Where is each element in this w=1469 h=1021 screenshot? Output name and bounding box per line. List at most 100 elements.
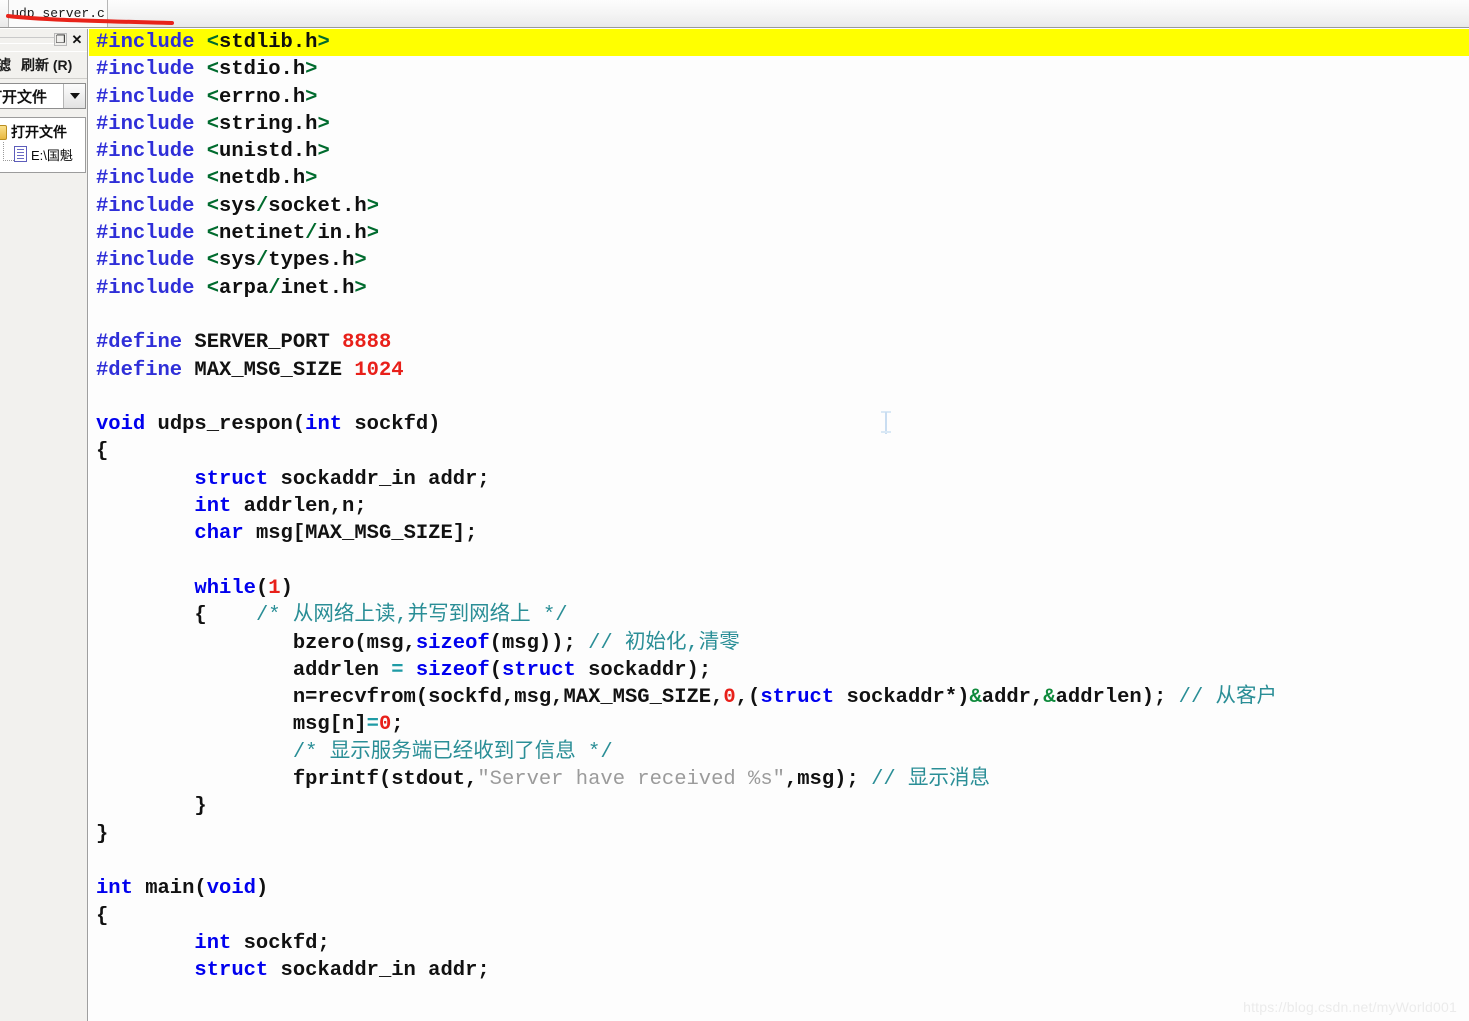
code-token: > — [305, 58, 318, 82]
code-line: #include <sys/types.h> — [89, 247, 1469, 274]
code-token: { — [96, 604, 256, 628]
code-token: = — [366, 713, 379, 737]
code-token: / — [268, 276, 281, 300]
code-token: void — [206, 877, 256, 901]
source-code[interactable]: #include <stdlib.h> #include <stdio.h> #in… — [89, 29, 1469, 984]
code-token: sockfd; — [231, 931, 330, 955]
code-line: struct sockaddr_in addr; — [89, 957, 1469, 984]
code-token: ,( — [735, 686, 761, 710]
code-token: netinet — [219, 222, 306, 246]
code-line: } — [89, 793, 1469, 820]
code-editor-pane[interactable]: #include <stdlib.h> #include <stdio.h> #in… — [89, 29, 1469, 1021]
combobox-value: 打开文件 — [0, 88, 48, 106]
code-line: #include <errno.h> — [89, 84, 1469, 111]
tree-item-file-path[interactable]: E:\国魁 — [0, 142, 85, 165]
code-token: / — [255, 194, 269, 218]
code-token: unistd.h — [219, 140, 318, 164]
code-line: { /* 从网络上读,并写到网络上 */ — [89, 602, 1469, 629]
code-token: > — [354, 249, 367, 273]
code-line: msg[n]=0; — [89, 711, 1469, 738]
code-token: > — [366, 222, 380, 246]
code-token: ,msg); — [784, 768, 872, 792]
code-token: main( — [132, 877, 207, 901]
code-token: fprintf(stdout, — [96, 768, 478, 792]
code-line: #define MAX_MSG_SIZE 1024 — [89, 357, 1469, 384]
code-token: & — [1043, 686, 1056, 710]
code-line: #include <netdb.h> — [89, 165, 1469, 192]
code-line: n=recvfrom(sockfd,msg,MAX_MSG_SIZE,0,(st… — [89, 684, 1469, 711]
close-icon[interactable]: ✕ — [70, 32, 84, 47]
code-line: void udps_respon(int sockfd) — [89, 411, 1469, 438]
code-line: #include <string.h> — [89, 111, 1469, 138]
chevron-down-icon[interactable] — [63, 84, 85, 108]
code-token: sys — [219, 249, 256, 273]
code-token: MAX_MSG_SIZE — [182, 358, 355, 382]
code-token: #include — [96, 58, 195, 82]
code-token: #include — [96, 85, 195, 109]
code-token: . — [292, 31, 306, 54]
code-token: ) — [255, 877, 269, 901]
code-token: h — [305, 31, 318, 54]
code-token: < — [206, 112, 220, 136]
code-token: #include — [96, 194, 195, 218]
sidebar-titlebar: ❐ ✕ — [0, 31, 86, 48]
code-token: types.h — [268, 249, 355, 273]
sidebar-drag-grip[interactable] — [0, 37, 54, 44]
code-token: "Server have received %s" — [477, 768, 785, 792]
minimize-icon[interactable]: ❐ — [54, 33, 67, 46]
code-token: > — [366, 194, 379, 218]
code-token: < — [206, 140, 220, 164]
code-token: string.h — [219, 112, 318, 136]
code-line: #include <arpa/inet.h> — [89, 275, 1469, 302]
code-token: struct — [194, 467, 269, 491]
code-token: msg[n] — [96, 713, 367, 737]
code-line: #define SERVER_PORT 8888 — [89, 329, 1469, 356]
code-token: < — [206, 58, 220, 82]
file-browser-sidebar: ❐ ✕ 过滤 刷新 (R) 打开文件 打开文件 E:\国魁 — [0, 29, 88, 1021]
code-token: < — [206, 194, 220, 218]
code-line: #include <stdlib.h> — [89, 29, 1469, 57]
code-token: // 从客户 — [1178, 686, 1278, 710]
sidebar-toolbar: 过滤 刷新 (R) — [0, 51, 87, 79]
code-token: msg[MAX_MSG_SIZE]; — [243, 522, 478, 546]
code-token: netdb.h — [219, 167, 306, 191]
filter-button[interactable]: 过滤 — [0, 53, 16, 77]
code-line: fprintf(stdout,"Server have received %s"… — [89, 766, 1469, 793]
folder-icon — [0, 124, 7, 140]
code-token: > — [317, 140, 330, 164]
tab-udp-server-c[interactable]: udp_server.c — [8, 0, 108, 27]
refresh-button[interactable]: 刷新 (R) — [16, 53, 77, 77]
tab-label: udp_server.c — [11, 6, 105, 21]
code-token: addrlen); — [1055, 686, 1179, 710]
code-line: struct sockaddr_in addr; — [89, 466, 1469, 493]
code-token: socket.h — [268, 194, 367, 218]
code-token: while — [194, 576, 256, 600]
code-line: #include <stdio.h> — [89, 56, 1469, 83]
code-token: sockaddr_in addr; — [268, 467, 490, 491]
code-token: // 显示消息 — [871, 768, 990, 792]
tree-elbow-line — [3, 142, 14, 161]
code-token: in.h — [317, 222, 367, 246]
code-token: #include — [96, 140, 195, 164]
code-line: while(1) — [89, 575, 1469, 602]
code-token: = — [391, 658, 404, 682]
code-token: 8888 — [342, 331, 392, 355]
code-token: // 初始化,清零 — [588, 631, 740, 655]
tree-item-open-files[interactable]: 打开文件 — [0, 121, 85, 143]
code-token: > — [317, 31, 330, 54]
code-token: SERVER_PORT — [182, 331, 343, 355]
code-token: #include — [96, 222, 195, 246]
code-token: addrlen — [96, 658, 392, 682]
view-mode-combobox[interactable]: 打开文件 — [0, 83, 86, 109]
tree-item-label: E:\国魁 — [31, 147, 73, 163]
code-token: #include — [96, 112, 195, 136]
code-line: int sockfd; — [89, 930, 1469, 957]
